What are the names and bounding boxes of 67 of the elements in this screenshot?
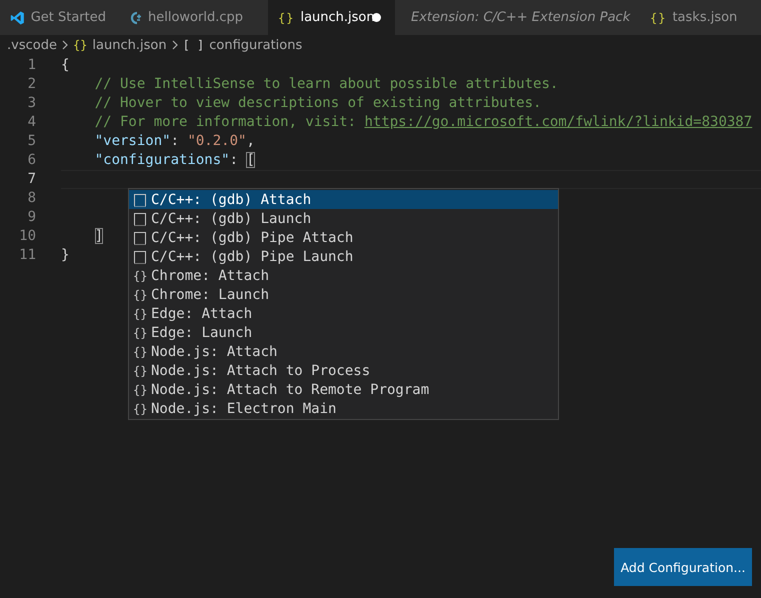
suggestion-item[interactable]: {} Node.js: Electron Main	[129, 399, 558, 418]
suggestion-item[interactable]: C/C++: (gdb) Pipe Attach	[129, 228, 558, 247]
braces-icon: {}	[133, 344, 147, 358]
editor-tab[interactable]: helloworld.cpp	[118, 0, 268, 35]
suggestion-item[interactable]: C/C++: (gdb) Launch	[129, 209, 558, 228]
link[interactable]: https://go.microsoft.com/fwlink/?linkid=830387	[364, 114, 752, 130]
json-key: "version"	[94, 133, 171, 149]
snippet-icon	[133, 230, 147, 244]
code-text: :	[230, 152, 240, 168]
line-number: 6	[26, 151, 36, 170]
snippet-icon	[133, 250, 147, 264]
code-comment: // Hover to view descriptions of existing attributes.	[94, 95, 542, 111]
code-text: :	[170, 133, 180, 149]
braces-icon: {}	[133, 364, 147, 378]
line-number: 11	[18, 246, 36, 265]
editor-tab[interactable]: Get Started	[0, 0, 118, 35]
unsaved-dot-icon	[372, 13, 381, 22]
editor-tab[interactable]: {} tasks.json	[640, 0, 761, 35]
line-number: 2	[26, 75, 36, 94]
snippet-icon	[133, 212, 147, 226]
c-plus-plus-file-icon	[128, 10, 142, 26]
line-number: 4	[26, 113, 36, 132]
suggestion-item[interactable]: {} Chrome: Launch	[129, 285, 558, 304]
braces-icon: {}	[133, 268, 147, 282]
chevron-right-icon	[60, 40, 69, 50]
suggestion-item[interactable]: C/C++: (gdb) Attach	[129, 190, 558, 209]
suggestion-item[interactable]: {} Node.js: Attach to Remote Program	[129, 380, 558, 399]
line-number: 1	[26, 56, 36, 75]
suggestion-item[interactable]: {} Edge: Launch	[129, 323, 558, 342]
braces-icon: {}	[278, 10, 294, 24]
snippet-icon	[133, 192, 147, 206]
braces-icon: {}	[133, 288, 147, 302]
suggestion-item[interactable]: {} Edge: Attach	[129, 304, 558, 323]
code-text: {	[61, 57, 70, 73]
brackets-icon: [ ]	[182, 38, 204, 52]
braces-icon: {}	[133, 382, 147, 396]
editor-tab[interactable]: Extension: C/C++ Extension Pack	[395, 0, 640, 35]
line-number: 5	[26, 132, 36, 151]
breadcrumb-item[interactable]: configurations	[209, 38, 302, 52]
line-number: 10	[18, 227, 36, 246]
suggestion-item[interactable]: {} Node.js: Attach	[129, 342, 558, 361]
chevron-right-icon	[170, 40, 179, 50]
braces-icon: {}	[133, 306, 147, 320]
editor-tab[interactable]: {} launch.json	[268, 0, 395, 35]
suggestion-item[interactable]: {} Node.js: Attach to Process	[129, 361, 558, 380]
json-string: "0.2.0"	[187, 133, 246, 149]
braces-icon: {}	[133, 326, 147, 340]
code-text: ,	[246, 133, 255, 149]
braces-icon: {}	[133, 402, 147, 416]
matched-bracket: [	[246, 152, 255, 168]
line-number: 3	[26, 94, 36, 113]
code-comment: // Use IntelliSense to learn about possible attributes.	[94, 76, 558, 92]
json-key: "configurations"	[94, 152, 230, 168]
matched-bracket: ]	[94, 228, 104, 244]
line-number: 7	[26, 170, 36, 189]
code-editor-logo-icon	[10, 8, 25, 26]
braces-icon: {}	[650, 10, 666, 24]
code-comment: // For more information, visit:	[94, 114, 358, 130]
line-number: 9	[26, 208, 36, 227]
add-configuration-button[interactable]: Add Configuration...	[614, 548, 752, 586]
breadcrumb-item[interactable]: launch.json	[92, 38, 167, 52]
breadcrumb-item[interactable]: .vscode	[7, 38, 57, 52]
braces-icon: {}	[72, 38, 88, 52]
suggestion-item[interactable]: C/C++: (gdb) Pipe Launch	[129, 247, 558, 266]
code-text: }	[61, 247, 70, 263]
suggestion-item[interactable]: {} Chrome: Attach	[129, 266, 558, 285]
line-number: 8	[26, 189, 36, 208]
